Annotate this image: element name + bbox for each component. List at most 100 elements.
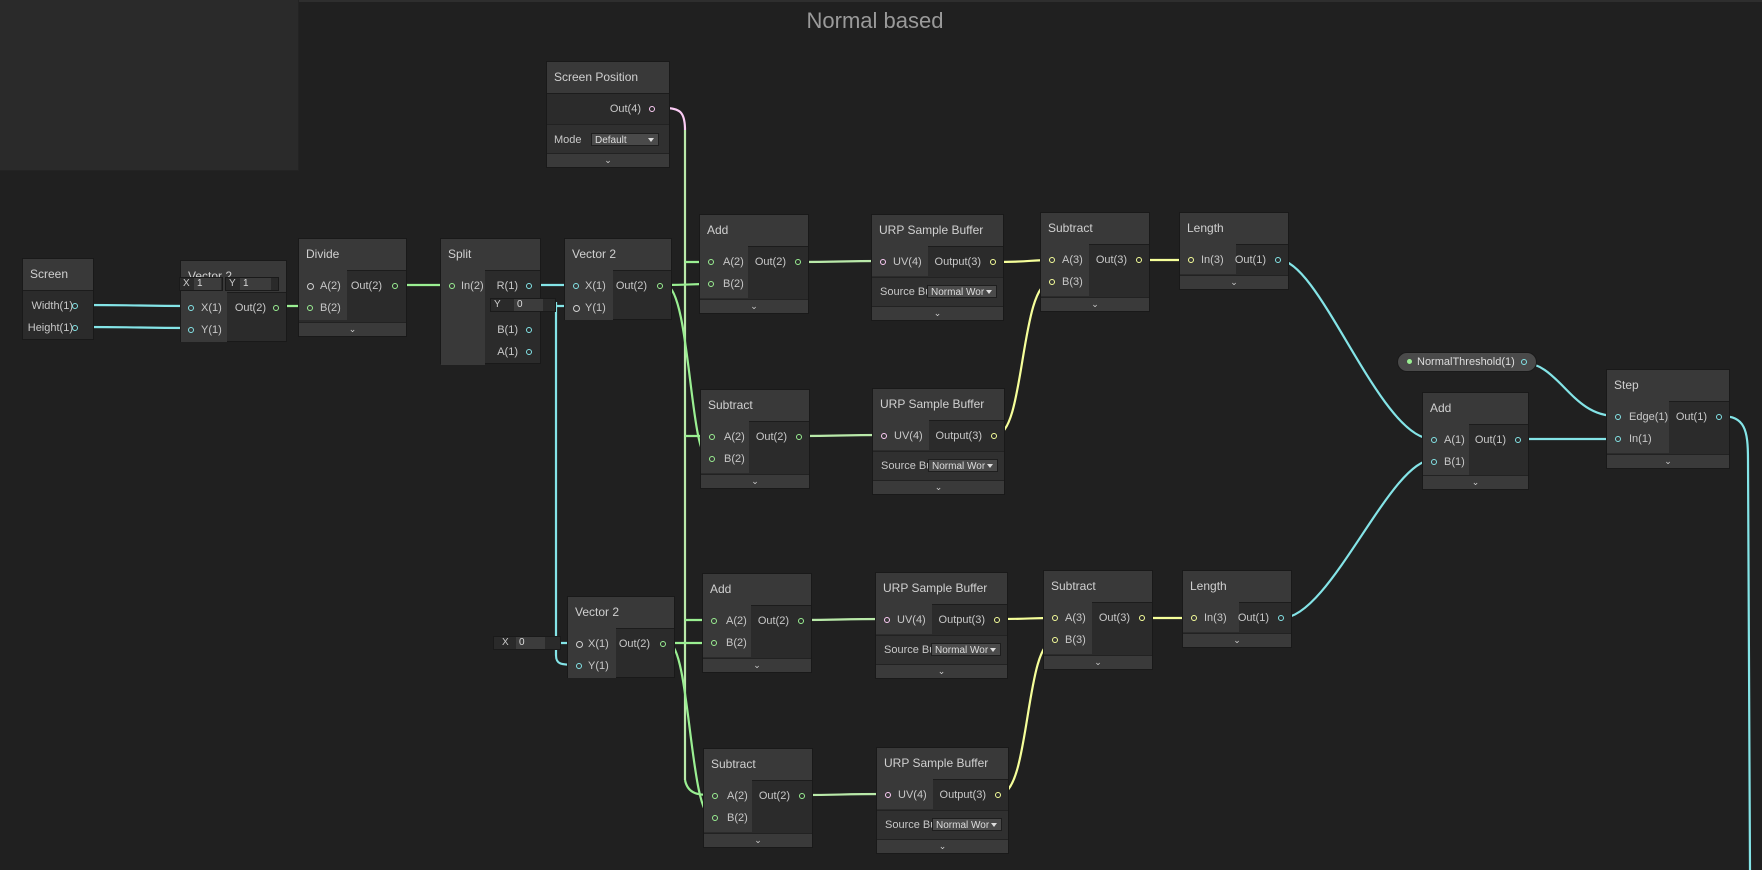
port-out-dot[interactable] — [660, 641, 666, 647]
port-in-dot[interactable] — [1615, 414, 1621, 420]
port-in-dot[interactable] — [188, 327, 194, 333]
port-in-dot[interactable] — [1431, 437, 1437, 443]
port-in-dot[interactable] — [1052, 615, 1058, 621]
collapse-button[interactable]: ⌄ — [1183, 633, 1291, 647]
collapse-button[interactable]: ⌄ — [877, 839, 1008, 853]
source-buffer-dropdown[interactable]: Normal Wor — [927, 285, 997, 298]
x-field[interactable]: X1 — [179, 277, 223, 291]
port-in-dot[interactable] — [1191, 615, 1197, 621]
port-in-dot[interactable] — [307, 283, 314, 290]
port-out-dot[interactable] — [994, 617, 1000, 623]
port-out-dot[interactable] — [795, 259, 801, 265]
node-vector2-a[interactable]: Vector 2 X1 Y1 X(1) Y(1) Out(2) — [179, 260, 287, 342]
port-out-dot[interactable] — [990, 259, 996, 265]
port-in-dot[interactable] — [711, 640, 717, 646]
port-out-dot[interactable] — [1278, 615, 1284, 621]
blackboard-panel[interactable] — [0, 0, 299, 171]
source-buffer-dropdown[interactable]: Normal Wor — [932, 818, 1002, 831]
mode-dropdown[interactable]: Default — [591, 133, 659, 146]
collapse-button[interactable]: ⌄ — [1180, 275, 1288, 289]
port-in-dot[interactable] — [576, 663, 582, 669]
port-out-dot[interactable] — [995, 792, 1001, 798]
port-in-dot[interactable] — [881, 433, 887, 439]
collapse-button[interactable]: ⌄ — [299, 322, 406, 336]
collapse-button[interactable]: ⌄ — [1044, 655, 1152, 669]
x-value[interactable]: 0 — [516, 637, 545, 649]
node-subtract-4[interactable]: Subtract A(3) B(3) Out(3) ⌄ — [1043, 570, 1153, 670]
port-in-dot[interactable] — [307, 305, 313, 311]
collapse-button[interactable]: ⌄ — [701, 474, 809, 488]
port-in-dot[interactable] — [188, 305, 194, 311]
port-in-dot[interactable] — [885, 792, 891, 798]
collapse-button[interactable]: ⌄ — [1041, 297, 1149, 311]
node-screen[interactable]: Screen Width(1) Height(1) — [22, 258, 94, 340]
port-in-dot[interactable] — [573, 283, 579, 289]
port-out-dot[interactable] — [798, 618, 804, 624]
port-out-dot[interactable] — [1275, 257, 1281, 263]
port-out-dot[interactable] — [991, 433, 997, 439]
source-buffer-dropdown[interactable]: Normal Wor — [928, 459, 998, 472]
node-vector2-c[interactable]: Vector 2 X(1) Y(1) Out(2) — [567, 596, 675, 678]
node-add-3[interactable]: Add A(1) B(1) Out(1) ⌄ — [1422, 392, 1529, 490]
port-in-dot[interactable] — [1188, 257, 1194, 263]
port-in-dot[interactable] — [884, 617, 890, 623]
x-value[interactable]: 1 — [194, 278, 221, 290]
node-urp-sample-buffer-1[interactable]: URP Sample Buffer UV(4) Output(3) Source… — [871, 214, 1004, 321]
port-out-dot[interactable] — [649, 106, 655, 112]
port-out-dot[interactable] — [526, 283, 532, 289]
port-in-dot[interactable] — [576, 641, 583, 648]
port-in-dot[interactable] — [880, 259, 886, 265]
port-in-dot[interactable] — [709, 434, 715, 440]
collapse-button[interactable]: ⌄ — [873, 480, 1004, 494]
port-in-dot[interactable] — [708, 259, 714, 265]
y-value[interactable]: 1 — [240, 278, 271, 290]
port-out-dot[interactable] — [273, 305, 279, 311]
port-out-dot[interactable] — [657, 283, 663, 289]
port-out-dot[interactable] — [1521, 359, 1527, 365]
y-field[interactable]: Y 0 — [490, 298, 556, 312]
port-out-dot[interactable] — [526, 327, 532, 333]
collapse-button[interactable]: ⌄ — [876, 664, 1007, 678]
node-urp-sample-buffer-3[interactable]: URP Sample Buffer UV(4) Output(3) Source… — [875, 572, 1008, 679]
port-out-dot[interactable] — [526, 349, 532, 355]
node-vector2-b[interactable]: Vector 2 X(1) Y(1) Out(2) — [564, 238, 672, 320]
collapse-button[interactable]: ⌄ — [703, 658, 811, 672]
port-out-dot[interactable] — [799, 793, 805, 799]
y-value[interactable]: 0 — [514, 299, 543, 311]
port-out-dot[interactable] — [1515, 437, 1521, 443]
collapse-button[interactable]: ⌄ — [704, 833, 812, 847]
node-urp-sample-buffer-4[interactable]: URP Sample Buffer UV(4) Output(3) Source… — [876, 747, 1009, 854]
node-add-1[interactable]: Add A(2) B(2) Out(2) ⌄ — [699, 214, 809, 314]
port-in-dot[interactable] — [711, 618, 717, 624]
node-subtract-3[interactable]: Subtract A(3) B(3) Out(3) ⌄ — [1040, 212, 1150, 312]
node-length-2[interactable]: Length In(3) Out(1) ⌄ — [1182, 570, 1292, 648]
source-buffer-dropdown[interactable]: Normal Wor — [931, 643, 1001, 656]
y-field[interactable]: Y1 — [225, 277, 279, 291]
port-out-dot[interactable] — [392, 283, 398, 289]
port-out-dot[interactable] — [1136, 257, 1142, 263]
port-in-dot[interactable] — [449, 283, 455, 289]
node-divide[interactable]: Divide A(2) B(2) Out(2) ⌄ — [298, 238, 407, 337]
port-in-dot[interactable] — [708, 281, 714, 287]
port-in-dot[interactable] — [712, 815, 718, 821]
port-out-dot[interactable] — [72, 303, 78, 309]
port-in-dot[interactable] — [1615, 436, 1621, 442]
collapse-button[interactable]: ⌄ — [547, 153, 669, 167]
collapse-button[interactable]: ⌄ — [872, 306, 1003, 320]
port-out-dot[interactable] — [1139, 615, 1145, 621]
node-urp-sample-buffer-2[interactable]: URP Sample Buffer UV(4) Output(3) Source… — [872, 388, 1005, 495]
port-in-dot[interactable] — [573, 305, 580, 312]
port-in-dot[interactable] — [1049, 257, 1055, 263]
node-subtract-1[interactable]: Subtract A(2) B(2) Out(2) ⌄ — [700, 389, 810, 489]
port-out-dot[interactable] — [72, 325, 78, 331]
port-in-dot[interactable] — [712, 793, 718, 799]
port-out-dot[interactable] — [1716, 414, 1722, 420]
node-step[interactable]: Step Edge(1) In(1) Out(1) ⌄ — [1606, 369, 1730, 469]
collapse-button[interactable]: ⌄ — [700, 299, 808, 313]
property-normal-threshold[interactable]: NormalThreshold(1) — [1397, 352, 1537, 372]
port-in-dot[interactable] — [1049, 279, 1055, 285]
node-screen-position[interactable]: Screen Position Out(4) Mode Default ⌄ — [546, 61, 670, 168]
port-in-dot[interactable] — [709, 456, 715, 462]
node-add-2[interactable]: Add A(2) B(2) Out(2) ⌄ — [702, 573, 812, 673]
node-length-1[interactable]: Length In(3) Out(1) ⌄ — [1179, 212, 1289, 290]
